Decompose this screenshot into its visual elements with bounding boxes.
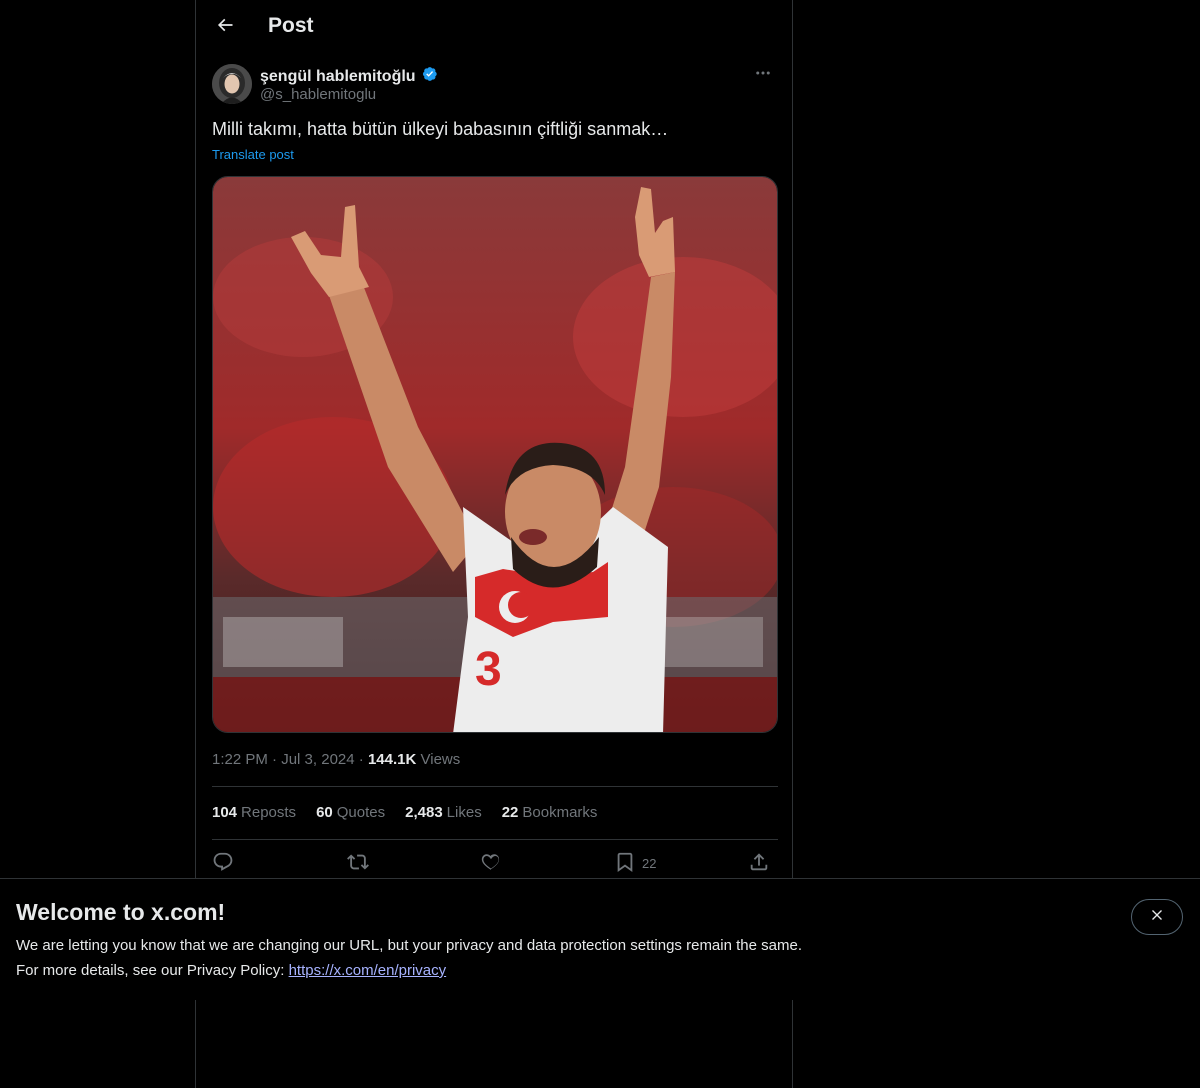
- likes-label: Likes: [446, 804, 482, 821]
- translate-post-link[interactable]: Translate post: [212, 147, 294, 162]
- reposts-stat[interactable]: 104 Reposts: [212, 804, 296, 821]
- post-image[interactable]: 3: [212, 176, 778, 733]
- author-handle[interactable]: @s_hablemitoglu: [260, 86, 376, 103]
- url-change-banner: Welcome to x.com! We are letting you kno…: [0, 878, 1200, 1000]
- post-actions: 22: [212, 850, 778, 876]
- likes-count: 2,483: [405, 804, 443, 821]
- reposts-label: Reposts: [241, 804, 297, 821]
- reposts-count: 104: [212, 804, 238, 821]
- meta-separator: ·: [272, 751, 282, 768]
- likes-stat[interactable]: 2,483 Likes: [405, 804, 482, 821]
- heart-icon: [480, 851, 502, 876]
- bookmark-count: 22: [642, 855, 657, 871]
- verified-badge-icon: [420, 65, 438, 88]
- more-options-button[interactable]: [748, 64, 778, 86]
- privacy-policy-link[interactable]: https://x.com/en/privacy: [289, 962, 447, 979]
- repost-icon: [347, 851, 369, 876]
- bookmark-button[interactable]: 22: [614, 850, 656, 876]
- bookmarks-count: 22: [501, 804, 519, 821]
- reply-icon: [212, 851, 234, 876]
- banner-title: Welcome to x.com!: [16, 899, 226, 925]
- quotes-count: 60: [316, 804, 333, 821]
- author-display-name[interactable]: şengül hablemitoğlu: [260, 68, 416, 86]
- reply-button[interactable]: [212, 850, 234, 876]
- post-text: Milli takımı, hatta bütün ülkeyi babasın…: [212, 119, 669, 139]
- divider: [212, 786, 778, 787]
- post-stats: 104 Reposts 60 Quotes 2,483 Likes 22 Bookmar…: [212, 804, 597, 821]
- author-name-row[interactable]: şengül hablemitoğlu: [260, 65, 438, 88]
- post-time[interactable]: 1:22 PM: [212, 751, 268, 768]
- svg-text:3: 3: [475, 643, 502, 696]
- more-dots-icon: [754, 64, 772, 87]
- meta-separator: ·: [358, 751, 368, 768]
- views-label: Views: [420, 751, 461, 768]
- bookmark-icon: [614, 851, 636, 876]
- avatar[interactable]: [212, 64, 252, 104]
- post-header: Post: [196, 0, 794, 54]
- close-banner-button[interactable]: [1131, 899, 1183, 935]
- banner-privacy-prefix: For more details, see our Privacy Policy…: [16, 962, 289, 979]
- views-count: 144.1K: [367, 751, 417, 768]
- repost-button[interactable]: [347, 850, 369, 876]
- banner-message: We are letting you know that we are chan…: [16, 937, 802, 954]
- post-author: şengül hablemitoğlu @s_hablemitoglu: [212, 64, 778, 108]
- arrow-left-icon: [215, 15, 235, 40]
- bookmarks-stat[interactable]: 22 Bookmarks: [502, 804, 598, 821]
- back-button[interactable]: [208, 10, 242, 44]
- share-button[interactable]: [748, 850, 770, 876]
- post-date[interactable]: Jul 3, 2024: [281, 751, 354, 768]
- bookmarks-label: Bookmarks: [522, 804, 598, 821]
- like-button[interactable]: [480, 850, 502, 876]
- close-icon: [1149, 907, 1165, 928]
- banner-privacy-line: For more details, see our Privacy Policy…: [16, 962, 446, 979]
- page-title: Post: [268, 14, 314, 37]
- share-icon: [748, 851, 770, 876]
- quotes-label: Quotes: [336, 804, 386, 821]
- quotes-stat[interactable]: 60 Quotes: [316, 804, 385, 821]
- post-metadata: 1:22 PM · Jul 3, 2024 · 144.1K Views: [212, 751, 460, 768]
- divider: [212, 839, 778, 840]
